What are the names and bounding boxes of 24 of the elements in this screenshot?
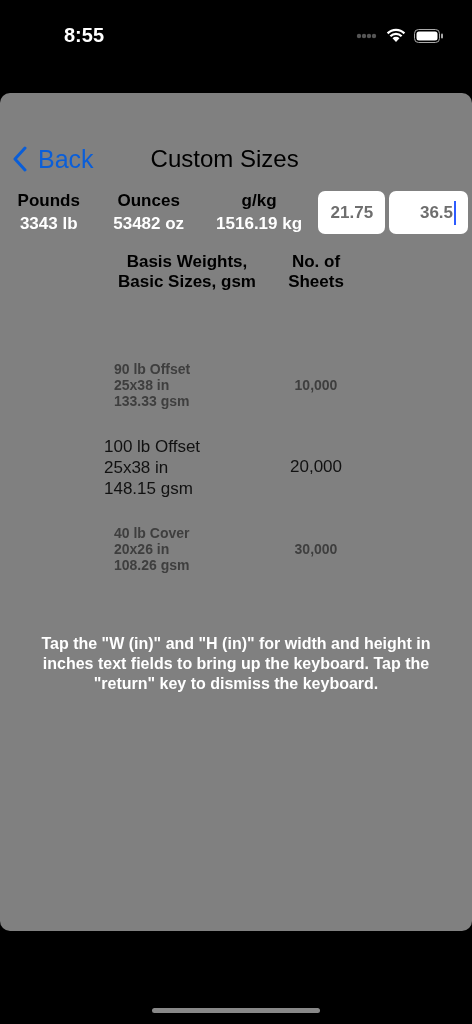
weight-value: 1516.19 kg — [216, 214, 303, 234]
cellular-signal-icon — [356, 32, 378, 39]
picker-item[interactable]: 40 lb Cover 20x26 in 108.26 gsm — [96, 525, 278, 573]
back-button[interactable]: Back — [12, 144, 94, 174]
weight-label: Pounds — [17, 191, 80, 211]
input-field[interactable]: 21.75 — [318, 191, 386, 234]
picker-item[interactable]: 90 lb Offset 25x38 in 133.33 gsm — [96, 361, 278, 409]
weight-value: 53482 oz — [113, 214, 185, 234]
picker-item[interactable]: 20,000 — [278, 457, 354, 477]
screen-title: Custom Sizes — [150, 145, 299, 173]
picker-item[interactable]: 100 lb Offset 25x38 in 148.15 gsm — [96, 435, 278, 499]
weight-value: 3343 lb — [19, 214, 78, 234]
chevron-left-icon — [12, 146, 28, 172]
weight-label: g/kg — [241, 191, 277, 211]
weight-label: Ounces — [117, 191, 180, 211]
column-header: No. of Sheets — [287, 252, 345, 292]
status-time: 8:55 — [64, 24, 105, 47]
column-header: Basis Weights, Basic Sizes, gsm — [117, 252, 257, 292]
input-field[interactable]: 36.5 — [389, 191, 468, 234]
picker-item[interactable]: 10,000 — [278, 377, 354, 393]
battery-icon — [414, 28, 444, 43]
picker-item[interactable]: 30,000 — [278, 541, 354, 557]
wifi-icon — [386, 28, 406, 43]
instructions-text: Tap the "W (in)" and "H (in)" for width and height in inches text fields to bring up the keyboard. Tap the "return" key to dismiss the keyboard. — [40, 634, 432, 694]
